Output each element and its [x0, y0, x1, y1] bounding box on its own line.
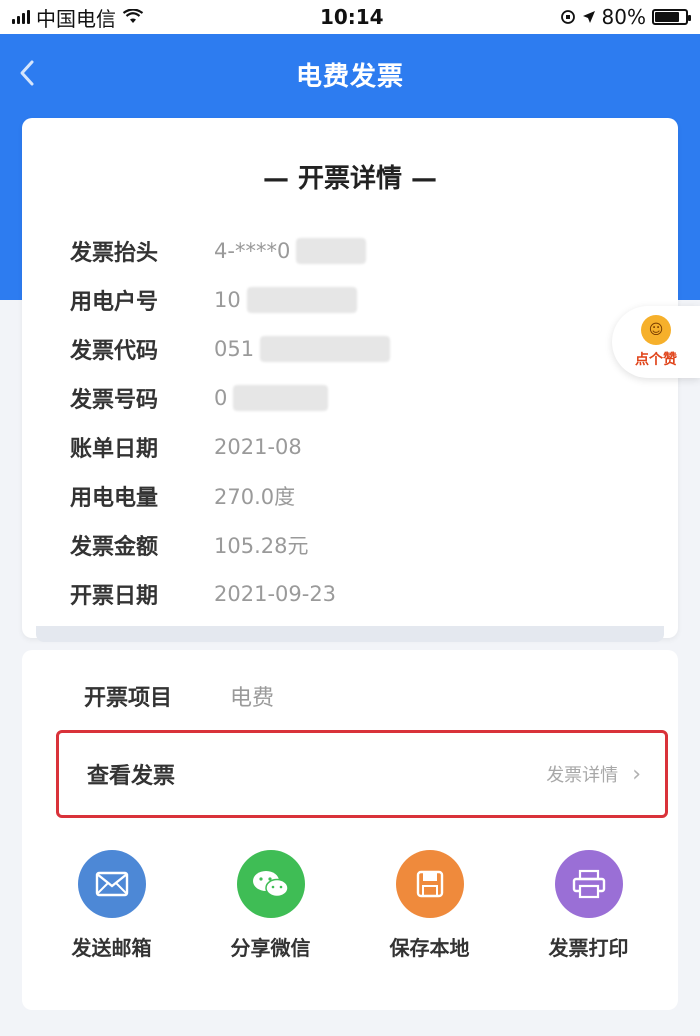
detail-label: 发票号码: [70, 387, 159, 413]
detail-row: 发票号码 0: [70, 373, 390, 422]
detail-label: 发票代码: [70, 338, 159, 364]
detail-label: 发票抬头: [70, 240, 159, 266]
action-bar: 发送邮箱 分享微信 保存本地 发票打印: [22, 850, 678, 961]
view-invoice-button[interactable]: 查看发票 发票详情 ›: [56, 730, 668, 818]
action-label: 分享微信: [230, 936, 311, 960]
detail-label: 账单日期: [70, 436, 159, 462]
printer-icon: [554, 850, 623, 918]
battery-icon: [652, 9, 691, 25]
detail-row: 开票日期 2021-09-23: [70, 569, 390, 618]
invoice-action-panel: 开票项目 电费 查看发票 发票详情 › 发送邮箱 分享微信 保存本地 发票打印: [22, 650, 678, 1010]
detail-row: 发票金额 105.28元: [70, 520, 390, 569]
view-invoice-label: 查看发票: [87, 764, 176, 789]
item-label: 开票项目: [84, 686, 173, 711]
carrier-label: 中国电信: [36, 6, 116, 31]
print-invoice-button[interactable]: 发票打印: [519, 850, 659, 961]
location-icon: [582, 11, 595, 23]
battery-percent: 80%: [601, 5, 646, 29]
redaction-mask: [246, 286, 357, 313]
back-button[interactable]: [10, 56, 44, 90]
invoice-item-row: 开票项目 电费: [84, 680, 274, 712]
page-title: 电费发票: [295, 61, 404, 92]
invoice-details-link[interactable]: 发票详情: [546, 761, 618, 787]
save-local-icon: [395, 850, 464, 918]
redaction-mask: [296, 237, 367, 264]
detail-value: 2021-08: [214, 434, 302, 459]
item-value: 电费: [230, 686, 275, 711]
action-label: 发票打印: [548, 936, 629, 960]
redaction-mask: [233, 384, 329, 411]
detail-row: 发票代码 051: [70, 324, 391, 373]
save-local-button[interactable]: 保存本地: [360, 850, 500, 961]
action-label: 保存本地: [389, 936, 470, 960]
invoice-detail-card: — 开票详情 — 发票抬头 4-****0 用电户号 10 发票代码 051 发…: [22, 118, 678, 642]
detail-value: 051: [214, 336, 255, 361]
detail-row: 用电户号 10: [70, 275, 390, 324]
detail-value: 0: [214, 385, 228, 410]
floating-like-button[interactable]: ☺ 点个赞: [612, 306, 700, 378]
nav-bar: 电费发票: [0, 34, 700, 114]
smiley-icon: ☺: [641, 315, 671, 345]
detail-rows: 发票抬头 4-****0 用电户号 10 发票代码 051 发票号码 0 账单日…: [70, 226, 391, 618]
detail-value: 4-****0: [214, 238, 291, 263]
orientation-lock-icon: [560, 10, 575, 24]
clock: 10:14: [319, 5, 384, 29]
card-divider: [36, 626, 664, 642]
helper-label: 点个赞: [635, 352, 677, 368]
send-email-button[interactable]: 发送邮箱: [42, 850, 182, 961]
detail-label: 发票金额: [70, 534, 159, 560]
detail-label: 用电户号: [70, 289, 159, 315]
detail-label: 用电电量: [70, 485, 159, 511]
mail-icon: [77, 850, 146, 918]
chevron-left-icon: [20, 60, 34, 86]
detail-value: 105.28元: [214, 533, 309, 558]
detail-value: 10: [214, 287, 241, 312]
detail-label: 开票日期: [70, 583, 159, 609]
detail-row: 账单日期 2021-08: [70, 422, 390, 471]
detail-row: 发票抬头 4-****0: [70, 226, 390, 275]
wifi-icon: [122, 9, 144, 23]
wechat-icon: [236, 850, 305, 918]
action-label: 发送邮箱: [71, 936, 152, 960]
signal-icon: [12, 10, 30, 24]
redaction-mask: [260, 335, 391, 362]
chevron-right-icon: ›: [632, 761, 641, 787]
detail-value: 270.0度: [214, 484, 296, 509]
status-bar: 中国电信 10:14 80%: [0, 0, 700, 34]
share-wechat-button[interactable]: 分享微信: [201, 850, 341, 961]
detail-row: 用电电量 270.0度: [70, 471, 390, 520]
card-title: — 开票详情 —: [262, 164, 438, 194]
detail-value: 2021-09-23: [214, 581, 337, 606]
